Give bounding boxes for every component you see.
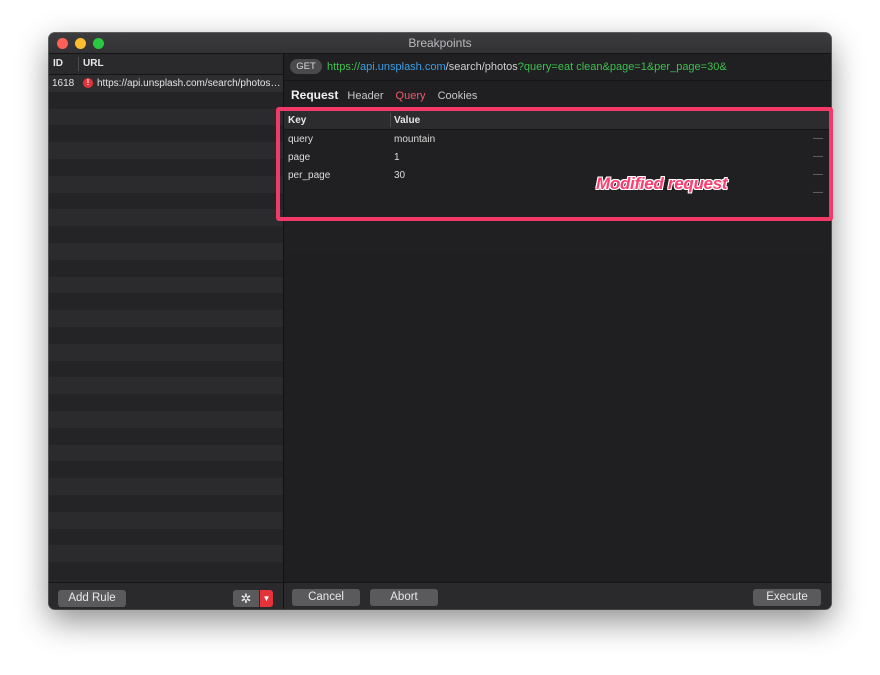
url-path: /search/photos [445, 61, 518, 73]
empty-row [49, 310, 283, 327]
chevron-down-icon[interactable]: ▼ [260, 590, 273, 607]
tab-query[interactable]: Query [396, 90, 426, 102]
execute-button[interactable]: Execute [753, 589, 821, 606]
cancel-button[interactable]: Cancel [292, 589, 360, 606]
query-table-header: Key Value [284, 111, 829, 130]
url-bar: GET https://api.unsplash.com/search/phot… [284, 54, 831, 81]
empty-row [49, 276, 283, 294]
error-icon: ! [83, 78, 93, 88]
column-header-url[interactable]: URL [83, 58, 104, 69]
request-list-header: ID URL [49, 54, 283, 75]
remove-param-button[interactable]: — [813, 133, 823, 144]
annotation-label: Modified request [596, 174, 728, 193]
empty-row [49, 192, 283, 210]
param-value[interactable]: mountain [394, 134, 435, 145]
title-bar[interactable]: Breakpoints [49, 33, 831, 54]
request-row[interactable]: 1618 ! https://api.unsplash.com/search/p… [49, 75, 283, 92]
request-id: 1618 [52, 78, 75, 89]
empty-row [49, 259, 283, 277]
remove-param-button[interactable]: — [813, 169, 823, 180]
column-header-id[interactable]: ID [53, 58, 63, 69]
empty-row [49, 91, 283, 109]
empty-row [49, 444, 283, 462]
column-header-value[interactable]: Value [394, 115, 420, 126]
gear-icon[interactable]: ✲ [233, 590, 259, 607]
empty-row [49, 528, 283, 546]
query-param-row[interactable]: query mountain — [284, 130, 829, 148]
remove-param-button[interactable]: — [813, 151, 823, 162]
param-key[interactable]: page [288, 152, 310, 163]
empty-row [49, 562, 283, 579]
empty-row [49, 293, 283, 311]
request-tabs: Request Header Query Cookies [291, 88, 486, 104]
settings-button-group: ✲ ▼ [233, 590, 273, 607]
param-value[interactable]: 1 [394, 152, 400, 163]
empty-row [49, 461, 283, 479]
tab-header[interactable]: Header [347, 90, 383, 102]
window-title: Breakpoints [408, 36, 472, 50]
empty-row [49, 343, 283, 361]
empty-row [49, 175, 283, 193]
empty-row [49, 478, 283, 495]
param-key[interactable]: per_page [288, 170, 330, 181]
request-list-body [49, 75, 283, 580]
empty-row [49, 394, 283, 411]
empty-row [49, 142, 283, 159]
editor-footer: Cancel Abort Execute [284, 582, 831, 609]
request-url: https://api.unsplash.com/search/photos?q… [97, 78, 281, 89]
request-url-display[interactable]: https://api.unsplash.com/search/photos?q… [327, 61, 727, 73]
empty-row [49, 226, 283, 243]
request-section-title: Request [291, 88, 339, 102]
request-list-pane: ID URL 1618 ! https://api.unsplash.com/s… [49, 54, 284, 609]
empty-row [49, 326, 283, 344]
empty-row [49, 125, 283, 143]
empty-row [49, 511, 283, 529]
url-host: api.unsplash.com [360, 61, 446, 73]
url-scheme: https:// [327, 61, 361, 73]
param-value[interactable]: 30 [394, 170, 405, 181]
empty-row [49, 158, 283, 176]
url-query: ?query=eat clean&page=1&per_page=30& [517, 61, 727, 73]
query-params-table: Key Value query mountain — page 1 — per_… [284, 111, 829, 251]
empty-row [49, 427, 283, 445]
empty-row [49, 360, 283, 378]
empty-row [49, 209, 283, 227]
tab-cookies[interactable]: Cookies [438, 90, 478, 102]
empty-row [49, 494, 283, 512]
query-param-empty-row[interactable]: — [284, 184, 829, 202]
empty-row [49, 242, 283, 260]
breakpoints-window: Breakpoints ID URL 1618 ! https://api.un… [49, 33, 831, 609]
column-header-key[interactable]: Key [288, 115, 306, 126]
query-param-row[interactable]: page 1 — [284, 148, 829, 166]
remove-param-button[interactable]: — [813, 187, 823, 198]
empty-row [49, 377, 283, 395]
abort-button[interactable]: Abort [370, 589, 438, 606]
query-param-row[interactable]: per_page 30 — [284, 166, 829, 184]
empty-row [49, 545, 283, 563]
request-list-footer: Add Rule ✲ ▼ [49, 582, 283, 609]
empty-row [49, 108, 283, 126]
add-rule-button[interactable]: Add Rule [58, 590, 126, 607]
empty-row [49, 410, 283, 428]
column-divider[interactable] [78, 57, 79, 71]
column-divider[interactable] [390, 113, 391, 127]
param-key[interactable]: query [288, 134, 313, 145]
request-editor-pane: GET https://api.unsplash.com/search/phot… [284, 54, 831, 609]
http-method-badge: GET [290, 59, 322, 74]
